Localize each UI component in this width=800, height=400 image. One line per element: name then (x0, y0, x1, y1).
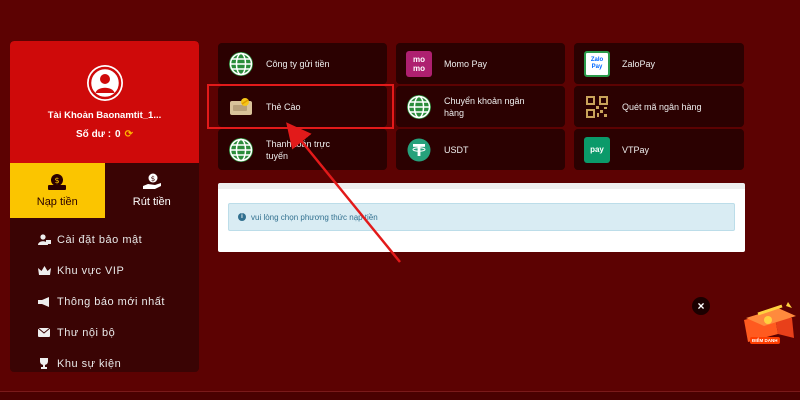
qr-icon (584, 94, 610, 120)
menu-label: Thư nội bộ (57, 326, 116, 339)
gift-label: ĐIỂM DANH (750, 337, 780, 344)
info-icon: i (238, 213, 246, 221)
payment-bank-transfer[interactable]: Chuyển khoản ngân hàng (396, 86, 565, 127)
payment-bank-qr[interactable]: Quét mã ngân hàng (574, 86, 744, 127)
menu-label: Thông báo mới nhất (57, 295, 165, 308)
payment-company-deposit[interactable]: Công ty gửi tiền (218, 43, 387, 84)
megaphone-icon (37, 296, 51, 307)
user-lock-icon (37, 234, 51, 245)
menu-inbox[interactable]: Thư nội bộ (10, 317, 199, 348)
refresh-icon[interactable]: ⟳ (125, 129, 133, 140)
user-icon (88, 66, 121, 100)
menu-latest-news[interactable]: Thông báo mới nhất (10, 286, 199, 317)
payment-label: Quét mã ngân hàng (622, 101, 702, 112)
menu-events[interactable]: Khu sự kiện (10, 348, 199, 372)
payment-momo[interactable]: mo mo Momo Pay (396, 43, 565, 84)
close-button[interactable]: × (692, 297, 710, 315)
trophy-icon (37, 358, 51, 369)
globe-icon (228, 137, 254, 163)
info-alert: i vui lòng chọn phương thức nạp tiền (228, 203, 735, 231)
payment-usdt[interactable]: USDT (396, 129, 565, 170)
account-card: Tài Khoản Baonamtit_1... Số dư : 0 ⟳ (10, 41, 199, 163)
balance: Số dư : 0 ⟳ (76, 129, 133, 140)
hand-money-icon: $ (142, 173, 161, 189)
payment-online[interactable]: Thanh toán trực tuyến (218, 129, 387, 170)
tether-icon (406, 137, 432, 163)
svg-text:$: $ (151, 175, 155, 183)
payment-label: Momo Pay (444, 58, 488, 69)
account-menu: Cài đặt bảo mật Khu vực VIP Thông báo mớ… (10, 218, 199, 372)
payment-vtpay[interactable]: pay VTPay (574, 129, 744, 170)
deposit-withdraw-tabs: $ Nạp tiền $ Rút tiền (10, 163, 199, 218)
payment-label: Công ty gửi tiền (266, 58, 330, 69)
tab-withdraw[interactable]: $ Rút tiền (104, 163, 199, 218)
crown-icon (37, 265, 51, 276)
payment-zalopay[interactable]: Zalo Pay ZaloPay (574, 43, 744, 84)
payment-label: USDT (444, 144, 469, 155)
account-name: Tài Khoản Baonamtit_1... (47, 110, 162, 121)
daily-checkin-gift[interactable]: ĐIỂM DANH (738, 300, 800, 350)
close-icon: × (697, 299, 705, 313)
globe-icon (228, 51, 254, 77)
notice-text: vui lòng chọn phương thức nạp tiền (251, 212, 378, 222)
avatar[interactable] (86, 65, 123, 101)
tab-deposit[interactable]: $ Nạp tiền (10, 163, 105, 218)
payment-label: Thanh toán trực tuyến (266, 138, 331, 161)
envelope-icon (37, 328, 51, 337)
payment-label: VTPay (622, 144, 650, 155)
menu-security-settings[interactable]: Cài đặt bảo mật (10, 224, 199, 255)
zalopay-icon: Zalo Pay (584, 50, 610, 77)
menu-label: Khu vực VIP (57, 264, 125, 277)
menu-label: Khu sự kiện (57, 357, 122, 370)
tab-deposit-label: Nạp tiền (36, 196, 78, 208)
momo-icon: mo mo (406, 50, 432, 77)
menu-vip-area[interactable]: Khu vực VIP (10, 255, 199, 286)
balance-value: 0 (115, 129, 121, 140)
account-sidebar: Tài Khoản Baonamtit_1... Số dư : 0 ⟳ $ N… (10, 41, 199, 372)
money-bag-icon: $ (48, 174, 67, 190)
tab-withdraw-label: Rút tiền (132, 196, 171, 208)
balance-label: Số dư : (76, 129, 112, 140)
payment-label: ZaloPay (622, 58, 656, 69)
bottom-bar (0, 391, 800, 400)
vtpay-icon: pay (584, 136, 610, 163)
menu-label: Cài đặt bảo mật (57, 233, 143, 246)
globe-icon (406, 94, 432, 120)
deposit-content-panel: i vui lòng chọn phương thức nạp tiền (218, 183, 745, 252)
payment-label: Chuyển khoản ngân hàng (444, 95, 525, 118)
svg-text:$: $ (55, 176, 60, 185)
selection-highlight (207, 84, 394, 129)
